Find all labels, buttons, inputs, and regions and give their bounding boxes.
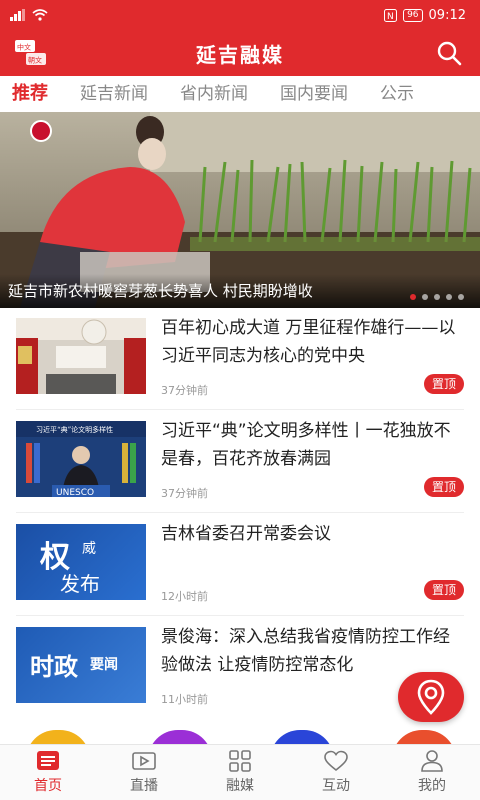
thumb-text-side: 要闻	[90, 657, 118, 673]
wifi-icon	[32, 9, 48, 21]
news-time: 37分钟前	[161, 487, 208, 500]
thumb-text-sub: 发布	[60, 572, 100, 596]
language-switch-icon[interactable]: 中文 朝文	[14, 38, 48, 68]
location-pin-icon	[417, 679, 445, 715]
nav-label: 直播	[130, 778, 158, 794]
nav-live[interactable]: 直播	[96, 745, 192, 800]
news-thumbnail: 权 威 发布	[16, 524, 146, 600]
search-icon[interactable]	[436, 40, 462, 66]
carousel-dot[interactable]	[422, 294, 428, 300]
app-header: 中文 朝文 延吉融媒	[0, 30, 480, 76]
nav-home[interactable]: 首页	[0, 745, 96, 800]
thumb-text-side: 威	[82, 541, 96, 557]
news-thumbnail: 时政 要闻	[16, 627, 146, 703]
status-right: N 96 09:12	[384, 8, 466, 23]
app-title: 延吉融媒	[196, 42, 284, 67]
tab-announcement[interactable]: 公示	[364, 76, 430, 112]
list-item[interactable]: 习近平“典”论文明多样性 UNESCO 习近平“典”论文明多样性丨一花独放不是春…	[16, 411, 464, 513]
news-title: 习近平“典”论文明多样性丨一花独放不是春，百花齐放春满园	[161, 421, 451, 469]
thumb-banner-text: 习近平“典”论文明多样性	[36, 425, 113, 434]
tab-province-news[interactable]: 省内新闻	[164, 76, 264, 112]
pinned-badge: 置顶	[423, 374, 464, 394]
location-button[interactable]	[398, 672, 464, 722]
tab-yanji-news[interactable]: 延吉新闻	[64, 76, 164, 112]
bottom-nav: 首页 直播 融媒 互动 我的	[0, 744, 480, 800]
exhibition-photo	[16, 318, 146, 394]
logo-text-top: 中文	[17, 43, 31, 52]
banner-caption: 延吉市新农村暖窖芽葱长势喜人 村民期盼增收	[0, 274, 480, 308]
divider	[16, 409, 464, 410]
news-thumbnail: 习近平“典”论文明多样性 UNESCO	[16, 421, 146, 497]
status-left	[10, 9, 48, 21]
pinned-badge: 置顶	[423, 477, 464, 497]
heart-icon	[324, 750, 348, 772]
news-time: 12小时前	[161, 590, 208, 603]
news-title: 吉林省委召开常委会议	[161, 524, 331, 544]
list-item[interactable]: 百年初心成大道 万里征程作雄行——以习近平同志为核心的党中央 37分钟前 置顶	[16, 308, 464, 410]
nav-label: 互动	[322, 778, 350, 794]
tab-national-news[interactable]: 国内要闻	[264, 76, 364, 112]
list-item[interactable]: 权 威 发布 吉林省委召开常委会议 12小时前 置顶	[16, 514, 464, 616]
status-bar: N 96 09:12	[0, 0, 480, 30]
station-logo-icon	[30, 120, 52, 142]
person-icon	[421, 750, 443, 772]
logo-text-bottom: 朝文	[28, 56, 42, 65]
carousel-dot[interactable]	[410, 294, 416, 300]
news-thumbnail	[16, 318, 146, 394]
thumb-sign-text: UNESCO	[56, 488, 94, 497]
pinned-badge: 置顶	[423, 580, 464, 600]
battery-indicator: 96	[403, 8, 423, 22]
nfc-icon: N	[384, 8, 398, 22]
tab-recommend[interactable]: 推荐	[0, 76, 64, 112]
divider	[16, 512, 464, 513]
nav-interact[interactable]: 互动	[288, 745, 384, 800]
news-title: 百年初心成大道 万里征程作雄行——以习近平同志为核心的党中央	[161, 318, 456, 366]
nav-label: 首页	[34, 778, 62, 794]
nav-media[interactable]: 融媒	[192, 745, 288, 800]
news-time: 11小时前	[161, 693, 208, 706]
list-item[interactable]: 时政 要闻 景俊海：深入总结我省疫情防控工作经验做法 让疫情防控常态化 11小时…	[16, 617, 464, 719]
thumb-text-main: 时政	[30, 652, 78, 681]
speech-photo: 习近平“典”论文明多样性 UNESCO	[16, 421, 146, 497]
news-time: 37分钟前	[161, 384, 208, 397]
news-icon	[37, 751, 59, 770]
carousel-dot[interactable]	[446, 294, 452, 300]
svg-text:N: N	[387, 12, 394, 22]
nav-label: 我的	[418, 778, 446, 794]
grid-icon	[229, 750, 251, 772]
news-title: 景俊海：深入总结我省疫情防控工作经验做法 让疫情防控常态化	[161, 627, 450, 675]
nav-label: 融媒	[226, 778, 254, 794]
signal-icon	[10, 9, 25, 21]
carousel-dot[interactable]	[458, 294, 464, 300]
clock: 09:12	[428, 7, 466, 23]
live-video-icon	[132, 752, 156, 770]
featured-banner[interactable]: 延吉市新农村暖窖芽葱长势喜人 村民期盼增收	[0, 112, 480, 308]
carousel-dots	[410, 294, 464, 300]
category-tabs: 推荐 延吉新闻 省内新闻 国内要闻 公示	[0, 76, 480, 112]
nav-profile[interactable]: 我的	[384, 745, 480, 800]
divider	[16, 615, 464, 616]
carousel-dot[interactable]	[434, 294, 440, 300]
